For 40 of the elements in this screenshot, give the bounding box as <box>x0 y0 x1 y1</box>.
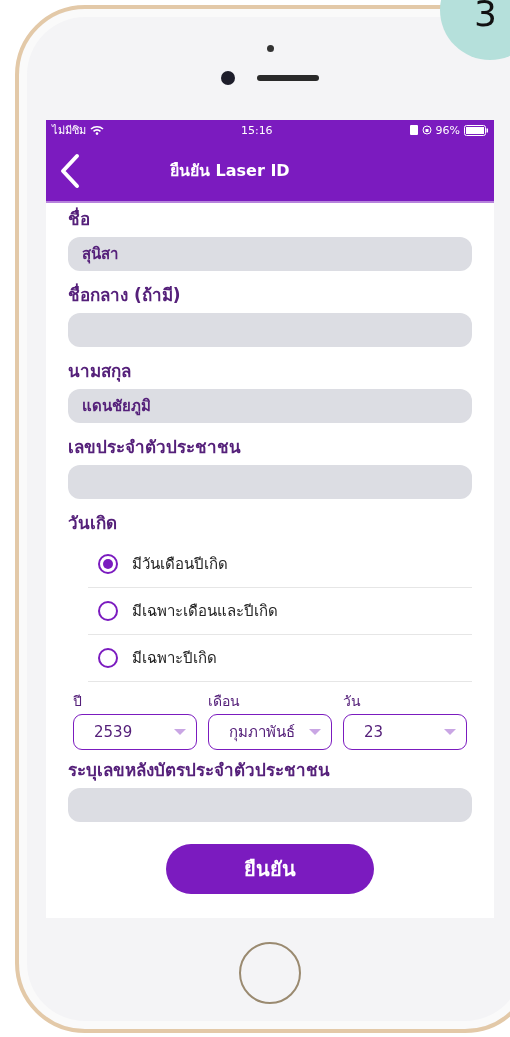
radio-button[interactable] <box>98 648 118 668</box>
dropdown-caret-icon <box>444 729 456 735</box>
screen-title: ยืนยัน Laser ID <box>170 160 290 182</box>
dropdown-label: วัน <box>343 692 362 710</box>
dropdown-caret-icon <box>174 729 186 735</box>
text-field[interactable]: สุนิสา <box>68 237 472 271</box>
dropdown-field[interactable]: 23 <box>343 714 467 750</box>
text-field[interactable] <box>68 465 472 499</box>
wifi-icon <box>90 125 104 135</box>
carrier-text: ไม่มีซิม <box>52 123 86 139</box>
radio-label: มีวันเดือนปีเกิด <box>132 554 228 575</box>
radio-label: มีเฉพาะปีเกิด <box>132 648 217 669</box>
radio-label: มีเฉพาะเดือนและปีเกิด <box>132 601 278 622</box>
field-label: ชื่อกลาง (ถ้ามี) <box>68 283 181 307</box>
radio-button[interactable] <box>98 601 118 621</box>
field-label: เลขประจำตัวประชาชน <box>68 436 241 459</box>
battery-percent: 96% <box>435 123 460 137</box>
battery-icon <box>464 124 488 136</box>
text-field[interactable] <box>68 313 472 347</box>
field-label: วันเกิด <box>68 512 117 535</box>
confirm-button[interactable]: ยืนยัน <box>166 844 374 894</box>
text-field[interactable]: แดนชัยภูมิ <box>68 389 472 423</box>
sim-icon <box>409 125 418 135</box>
field-label: ระบุเลขหลังบัตรประจำตัวประชาชน <box>68 759 330 782</box>
dropdown-field[interactable]: 2539 <box>73 714 197 750</box>
speaker-grille <box>257 75 319 81</box>
dropdown-label: เดือน <box>208 692 241 710</box>
rotation-lock-icon <box>421 125 432 135</box>
field-label: นามสกุล <box>68 360 131 383</box>
home-button[interactable] <box>239 942 301 1004</box>
dropdown-field[interactable]: กุมภาพันธ์ <box>208 714 332 750</box>
back-chevron-icon <box>60 152 80 189</box>
camera-lens <box>221 71 235 85</box>
dropdown-label: ปี <box>73 692 83 710</box>
clock-time: 15:16 <box>240 123 273 137</box>
field-label: ชื่อ <box>68 207 90 231</box>
radio-button[interactable] <box>98 554 118 574</box>
sensor-dot <box>266 45 274 52</box>
dropdown-caret-icon <box>309 729 321 735</box>
text-field[interactable] <box>68 788 472 822</box>
